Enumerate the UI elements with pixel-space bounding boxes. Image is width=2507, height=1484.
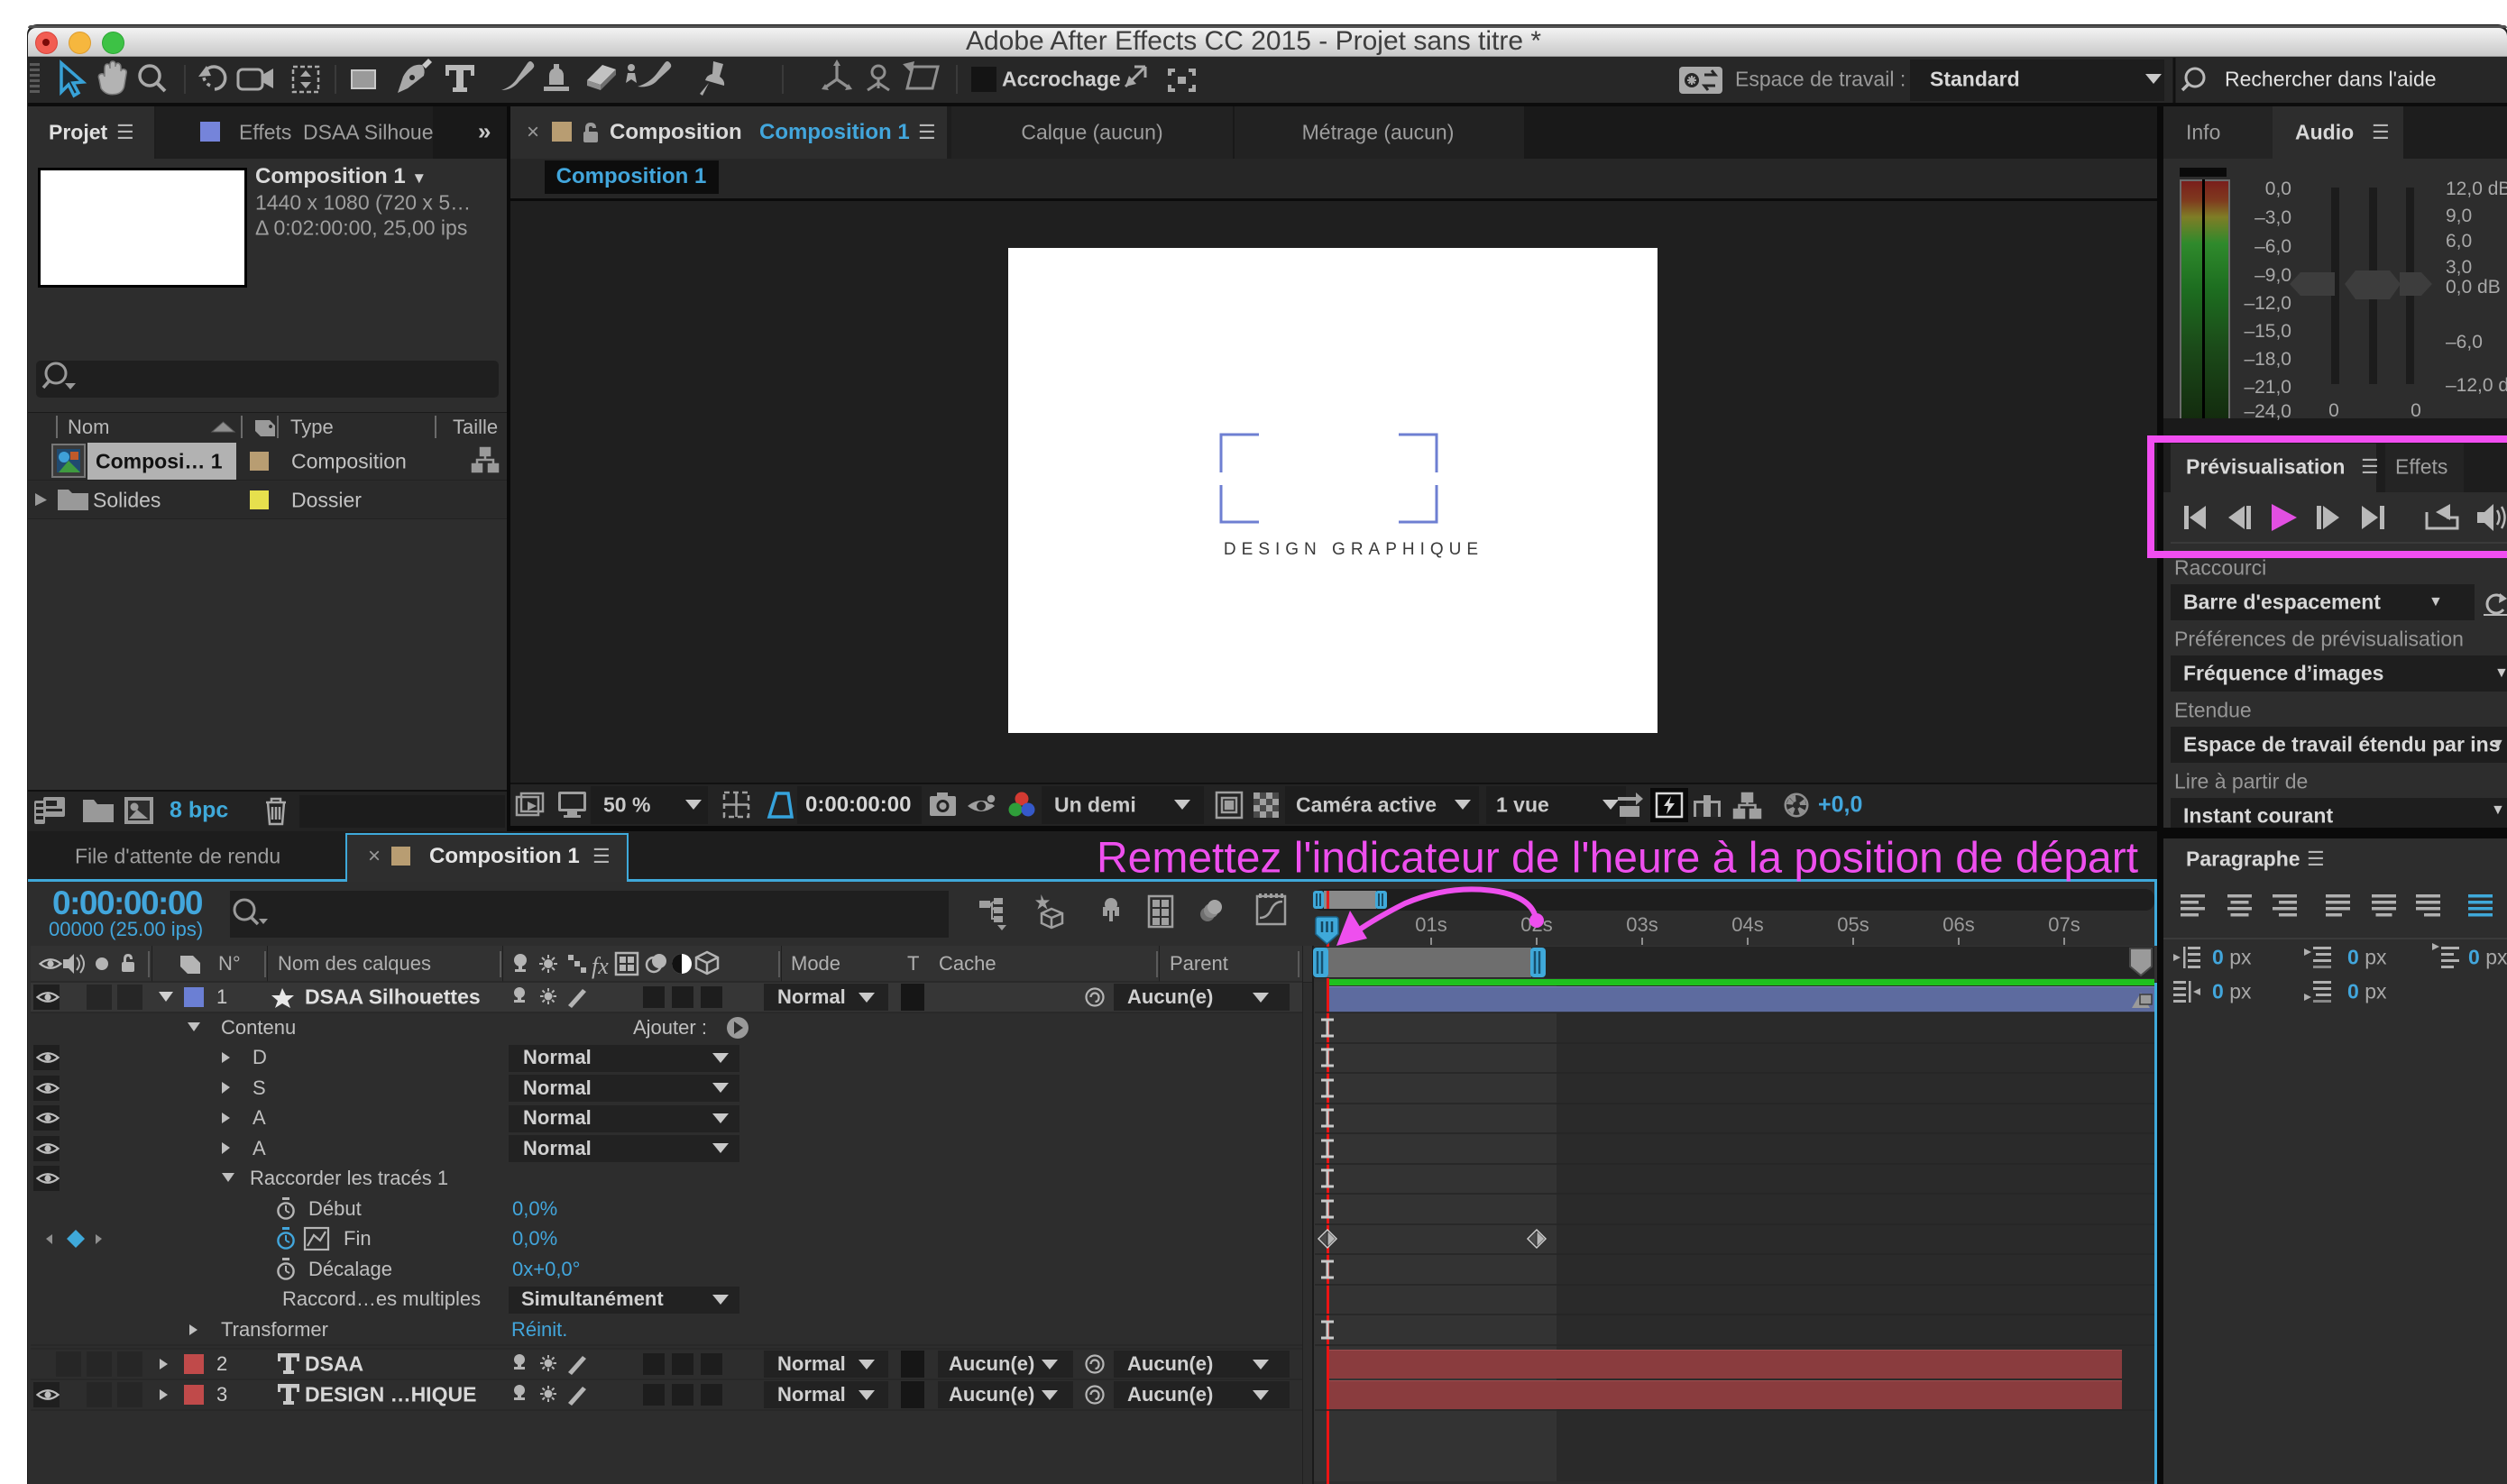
svg-text:fx: fx — [592, 953, 609, 979]
